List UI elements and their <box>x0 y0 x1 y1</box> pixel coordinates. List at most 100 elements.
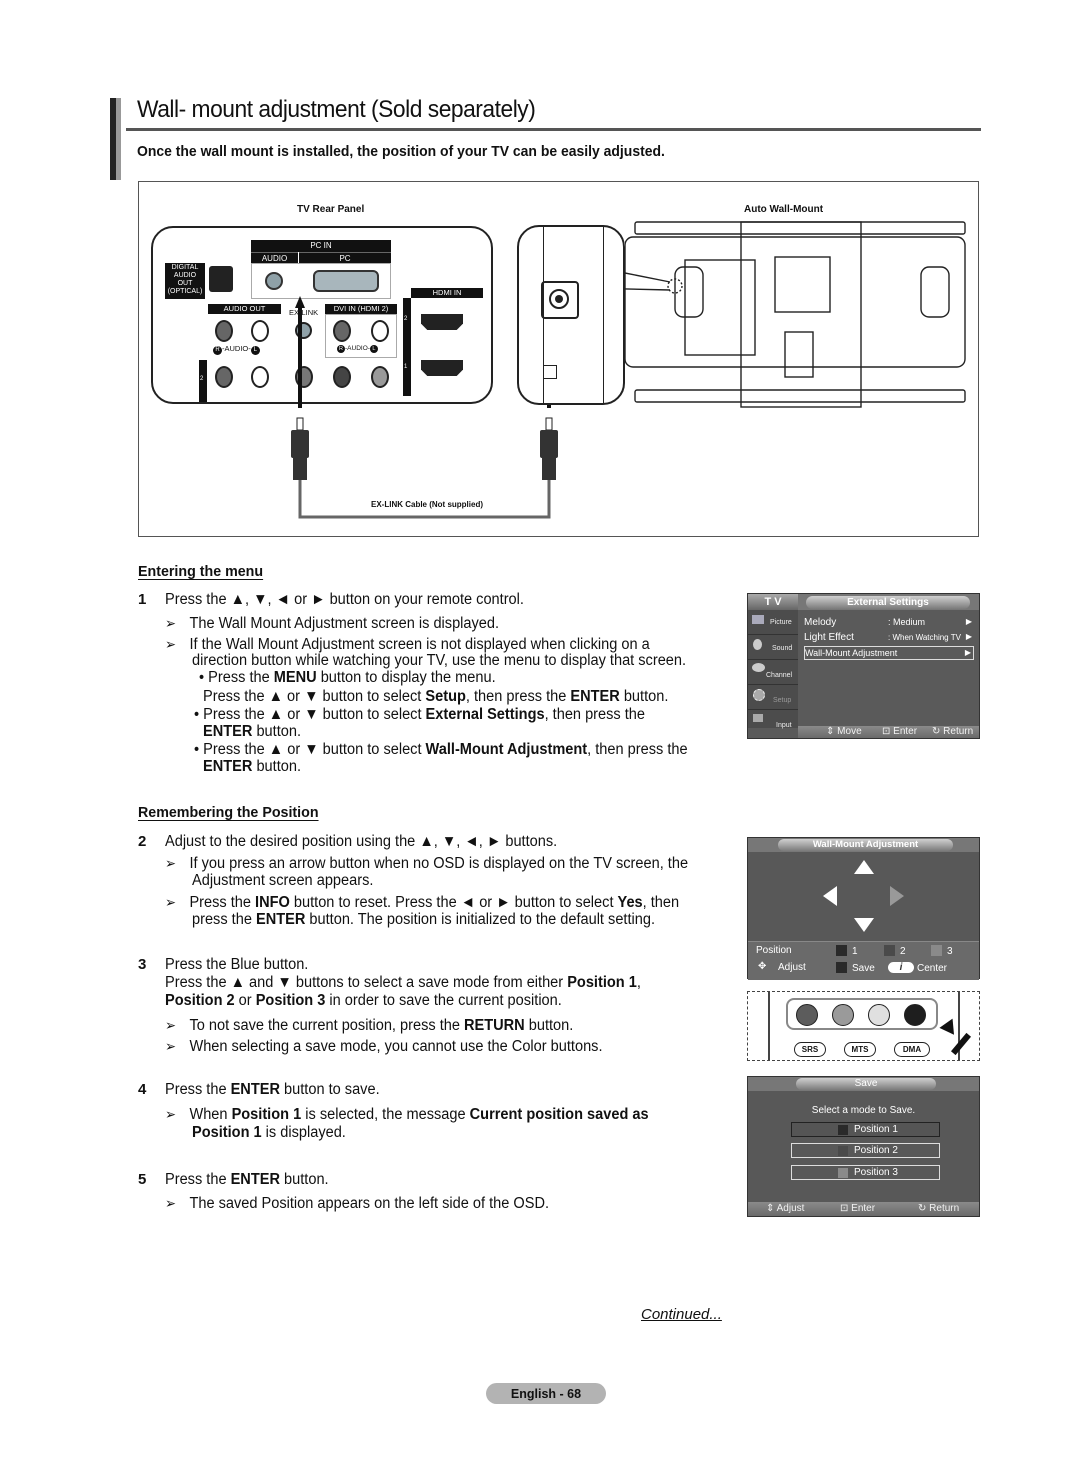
osd-footer-return: ↻ Return <box>932 726 974 737</box>
chevron-right-icon: ▶ <box>964 648 971 657</box>
note-continued: press the ENTER button. The position is … <box>192 911 656 928</box>
return-icon: ↻ <box>932 726 944 737</box>
osd-footer-enter: ⊡ Enter <box>882 726 918 737</box>
save-option-position-3[interactable]: Position 3 <box>791 1165 940 1180</box>
position-3-swatch <box>838 1168 848 1178</box>
step-number: 2 <box>138 833 147 850</box>
arrow-bullet-icon: ➢ <box>165 615 177 631</box>
osd-sidebar-sound[interactable]: Sound <box>748 635 798 660</box>
srs-button[interactable]: SRS <box>794 1042 826 1057</box>
step-5-text: Press the ENTER button. <box>165 1171 329 1188</box>
arrow-bullet-icon: ➢ <box>165 1017 177 1033</box>
page-number-badge: English - 68 <box>486 1383 606 1404</box>
osd-menu-list: Melody: Medium ▶ Light Effect: When Watch… <box>804 617 974 660</box>
note-continued: direction button while watching your TV,… <box>192 652 687 669</box>
note: ➢ If you press an arrow button when no OS… <box>165 855 689 872</box>
save-prompt: Select a mode to Save. <box>811 1105 916 1116</box>
position-2-swatch <box>838 1146 848 1156</box>
osd-title: External Settings <box>806 596 970 609</box>
osd-footer: ⇕ Adjust ⊡ Enter ↻ Return <box>748 1202 979 1216</box>
osd-row-melody[interactable]: Melody: Medium ▶ <box>804 617 974 632</box>
continued-link: Continued... <box>641 1306 722 1323</box>
cable-label: EX-LINK Cable (Not supplied) <box>371 500 483 509</box>
dpad-icon: ✥ <box>758 961 767 972</box>
dma-button[interactable]: DMA <box>894 1042 930 1057</box>
arrow-bullet-icon: ➢ <box>165 636 177 652</box>
arrow-down-icon[interactable] <box>854 918 874 932</box>
osd-sidebar-setup[interactable]: Setup <box>748 685 798 710</box>
note-continued: Adjustment screen appears. <box>192 872 374 889</box>
note: ➢ To not save the current position, press… <box>165 1017 574 1034</box>
save-option-position-2[interactable]: Position 2 <box>791 1143 940 1158</box>
save-option-position-1[interactable]: Position 1 <box>791 1122 940 1137</box>
osd-adjust-footer: Position 1 2 3 ✥ Adjust Save i Center <box>748 941 979 980</box>
save-swatch <box>836 962 847 973</box>
red-button[interactable] <box>796 1004 818 1026</box>
return-icon: ↻ <box>918 1203 930 1214</box>
gear-icon <box>753 689 765 701</box>
arrow-bullet-icon: ➢ <box>165 1195 177 1211</box>
info-icon: i <box>888 962 914 973</box>
osd-footer-enter: ⊡ Enter <box>840 1203 876 1214</box>
osd-sidebar-picture[interactable]: Picture <box>748 610 798 635</box>
step-3-detail: Position 2 or Position 3 in order to sav… <box>165 992 562 1009</box>
osd-row-light-effect[interactable]: Light Effect: When Watching TV ▶ <box>804 632 974 646</box>
position-3-swatch <box>931 945 942 956</box>
chevron-right-icon: ▶ <box>965 632 972 641</box>
osd-wall-mount-adjustment: Wall-Mount Adjustment Position 1 2 3 ✥ A… <box>747 837 980 980</box>
osd-row-wall-mount-adjustment[interactable]: Wall-Mount Adjustment ▶ <box>804 646 974 660</box>
osd-sidebar: Picture Sound Channel Setup Input <box>748 610 798 729</box>
position-1-swatch <box>838 1125 848 1135</box>
title-accent-bar <box>110 98 116 180</box>
sound-icon <box>753 639 762 650</box>
input-icon <box>753 714 763 722</box>
enter-icon: ⊡ <box>882 726 894 737</box>
arrow-bullet-icon: ➢ <box>165 855 177 871</box>
arrow-bullet-icon: ➢ <box>165 1038 177 1054</box>
osd-sidebar-channel[interactable]: Channel <box>748 660 798 685</box>
yellow-button[interactable] <box>868 1004 890 1026</box>
bullet-item: • Press the MENU button to display the m… <box>199 669 496 686</box>
step-number: 5 <box>138 1171 147 1188</box>
osd-save: Save Select a mode to Save. Position 1 P… <box>747 1076 980 1217</box>
mts-button[interactable]: MTS <box>844 1042 876 1057</box>
page-title: Wall- mount adjustment (Sold separately) <box>137 96 536 123</box>
cable-plug-left <box>291 417 309 480</box>
chevron-right-icon: ▶ <box>965 617 972 626</box>
arrow-left-icon[interactable] <box>823 886 837 906</box>
osd-title: Save <box>796 1078 936 1090</box>
cable-plug-right <box>540 417 558 480</box>
osd-title: Wall-Mount Adjustment <box>778 839 953 851</box>
step-number: 4 <box>138 1081 147 1098</box>
step-3-detail: Press the ▲ and ▼ buttons to select a sa… <box>165 974 641 991</box>
osd-footer-adjust: ⇕ Adjust <box>766 1203 805 1214</box>
osd-tv-label: T V <box>748 594 798 610</box>
title-divider <box>126 128 981 131</box>
arrow-right-icon[interactable] <box>890 886 904 906</box>
bullet-item: • Press the ▲ or ▼ button to select Exte… <box>194 706 646 723</box>
step-number: 3 <box>138 956 147 973</box>
step-2-text: Adjust to the desired position using the… <box>165 833 558 850</box>
osd-sidebar-input[interactable]: Input <box>748 710 798 734</box>
picture-icon <box>752 615 764 624</box>
section-heading-remembering-position: Remembering the Position <box>138 804 319 821</box>
bullet-item-continued: ENTER button. <box>203 758 302 775</box>
bullet-item-continued: Press the ▲ or ▼ button to select Setup,… <box>203 688 669 705</box>
note: ➢ The saved Position appears on the left … <box>165 1195 550 1212</box>
ex-link-port-icon <box>543 365 557 379</box>
bullet-item: • Press the ▲ or ▼ button to select Wall… <box>194 741 688 758</box>
green-button[interactable] <box>832 1004 854 1026</box>
osd-footer-move: ⇕ Move <box>826 726 862 737</box>
wall-mount-bracket-drawing <box>625 221 966 408</box>
connection-diagram: TV Rear Panel Auto Wall-Mount PC IN AUDI… <box>138 181 979 537</box>
arrow-bullet-icon: ➢ <box>165 1106 177 1122</box>
step-1-text: Press the ▲, ▼, ◄ or ► button on your re… <box>165 591 524 608</box>
step-number: 1 <box>138 591 147 608</box>
arrow-up-icon[interactable] <box>854 860 874 874</box>
up-down-icon: ⇕ <box>766 1203 777 1214</box>
osd-footer-return: ↻ Return <box>918 1203 960 1214</box>
step-3-text: Press the Blue button. <box>165 956 309 973</box>
up-down-icon: ⇕ <box>826 726 838 737</box>
note: ➢ Press the INFO button to reset. Press t… <box>165 894 680 911</box>
blue-button[interactable] <box>904 1004 926 1026</box>
